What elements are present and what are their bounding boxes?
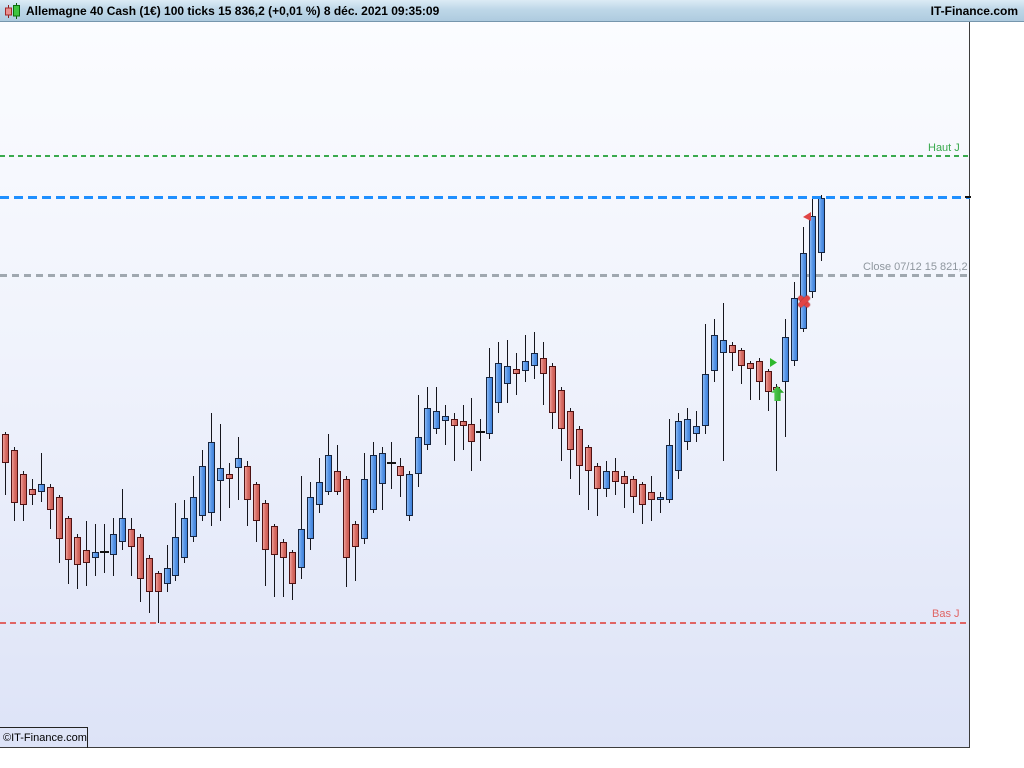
watermark-text: ©IT-Finance.com [3, 732, 87, 744]
chart-window: 15 86015 85015 84015 83015 82015 81015 8… [0, 0, 1024, 768]
time-axis[interactable] [0, 748, 971, 768]
brand-label: IT-Finance.com [930, 4, 1018, 18]
candlestick-logo-icon [5, 3, 20, 19]
chart-title: Allemagne 40 Cash (1€) 100 ticks 15 836,… [26, 4, 440, 18]
app-header: Allemagne 40 Cash (1€) 100 ticks 15 836,… [0, 0, 1024, 22]
chart-plot-area[interactable] [0, 22, 970, 748]
watermark-box: ©IT-Finance.com [0, 727, 88, 748]
price-axis[interactable] [971, 22, 1024, 768]
